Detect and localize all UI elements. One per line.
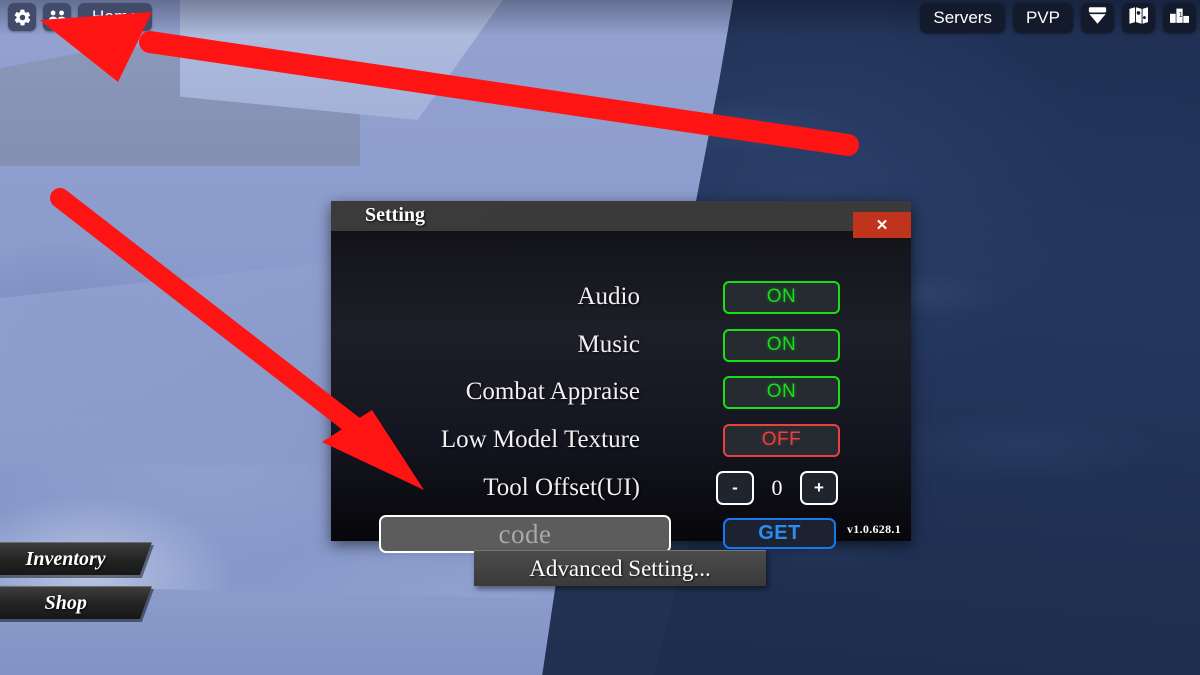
toggle-music-value: ON [766,334,797,355]
toggle-music[interactable]: ON [723,328,840,362]
tool-offset-increment-button[interactable]: + [800,471,838,505]
pvp-button-label: PVP [1025,8,1060,27]
shop-button-label: Shop [44,591,87,614]
setting-label-audio: Audio [577,283,641,310]
setting-label-low-model-texture: Low Model Texture [440,426,640,453]
toggle-low-model-texture-value: OFF [761,429,802,450]
topbar-right-group: Servers PVP 1 [920,3,1196,33]
close-icon: ✕ [875,217,889,234]
tool-offset-decrement-button[interactable]: - [716,471,754,505]
setting-row-audio: Audio ON [331,277,911,317]
servers-button-label: Servers [933,8,992,27]
tool-offset-value: 0 [771,475,783,500]
code-input-placeholder: code [498,518,552,549]
close-button[interactable]: ✕ [853,212,911,238]
friends-button[interactable] [43,3,71,31]
podium-icon: 1 [1169,6,1190,30]
setting-row-combat-appraise: Combat Appraise ON [331,372,911,412]
rank-button[interactable] [1081,3,1114,33]
get-code-button[interactable]: GET [723,518,836,549]
map-icon [1128,6,1149,30]
setting-label-combat-appraise: Combat Appraise [465,378,640,405]
get-code-button-label: GET [758,522,801,544]
servers-button[interactable]: Servers [920,3,1005,33]
advanced-setting-button[interactable]: Advanced Setting... [474,550,766,586]
setting-panel: Setting ✕ Audio ON Music ON Combat Appra… [331,201,911,553]
setting-panel-titlebar: Setting ✕ [331,201,911,238]
settings-gear-button[interactable] [8,3,36,31]
setting-label-tool-offset: Tool Offset(UI) [483,474,640,501]
people-icon [48,9,67,25]
setting-panel-body: Audio ON Music ON Combat Appraise ON Low… [331,231,911,553]
home-button[interactable]: Home [78,3,153,31]
plus-icon: + [814,478,824,497]
shield-badge-icon [1087,6,1108,30]
setting-row-tool-offset: Tool Offset(UI) - 0 + [331,468,911,508]
topbar-left-group: Home [8,3,153,31]
toggle-audio[interactable]: ON [723,280,840,314]
setting-label-music: Music [577,331,641,358]
gear-icon [13,8,32,27]
minus-icon: - [732,478,738,497]
svg-text:1: 1 [1179,12,1183,19]
advanced-setting-button-label: Advanced Setting... [529,555,711,581]
home-button-label: Home [92,7,139,26]
leaderboard-button[interactable]: 1 [1163,3,1196,33]
tool-offset-stepper: - 0 + [716,468,838,508]
shop-button[interactable]: Shop [0,586,153,619]
setting-panel-title: Setting [365,204,425,226]
code-input-field[interactable]: code [379,515,671,553]
map-button[interactable] [1122,3,1155,33]
game-screen: Home Servers PVP 1 Inventory Shop Settin… [0,0,1200,675]
pvp-button[interactable]: PVP [1012,3,1073,33]
inventory-button-label: Inventory [25,547,106,570]
toggle-low-model-texture[interactable]: OFF [723,423,840,457]
inventory-button[interactable]: Inventory [0,542,153,575]
toggle-combat-appraise-value: ON [766,381,797,402]
setting-row-low-model-texture: Low Model Texture OFF [331,420,911,460]
setting-row-music: Music ON [331,325,911,365]
version-label: v1.0.628.1 [847,522,901,536]
toggle-audio-value: ON [766,286,797,307]
toggle-combat-appraise[interactable]: ON [723,375,840,409]
